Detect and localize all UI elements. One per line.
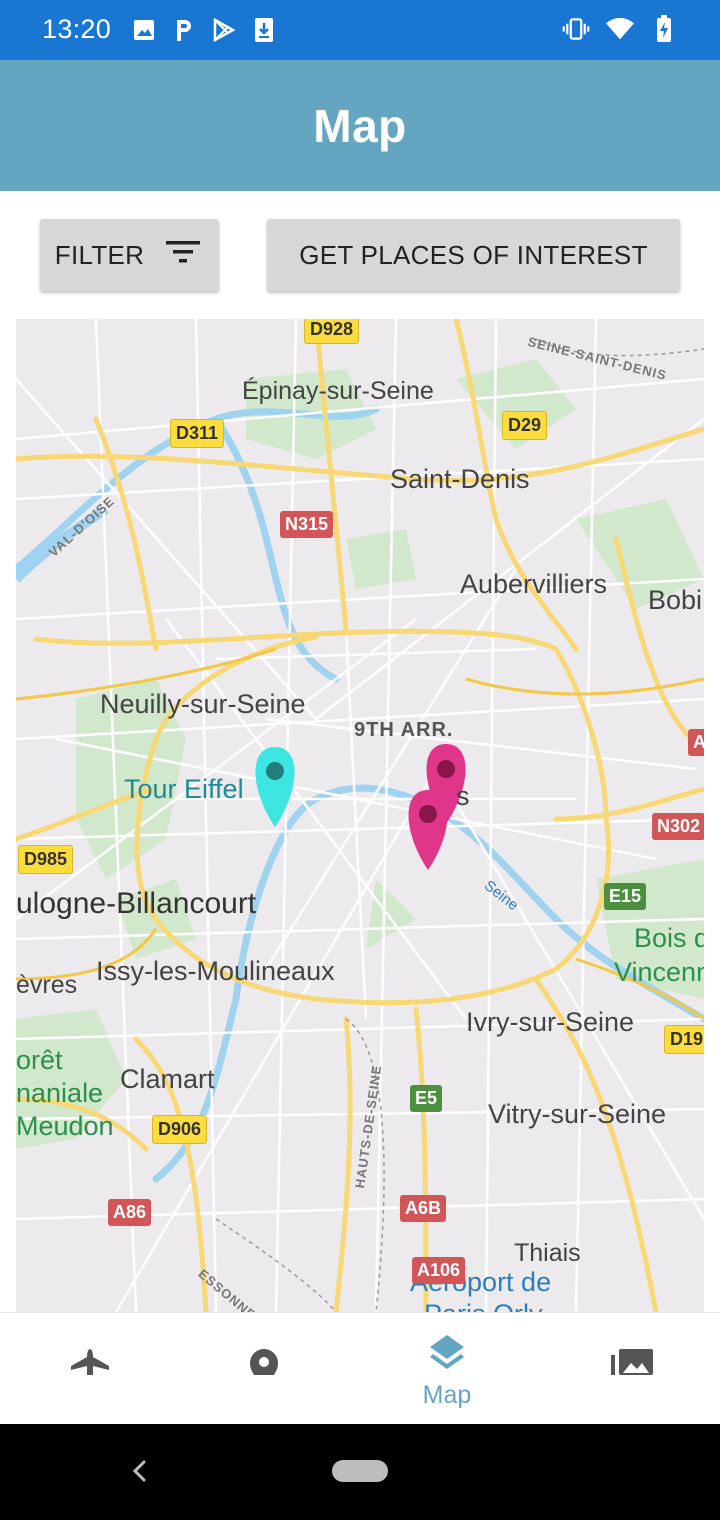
- map-label-vincennes: Vincenn: [614, 957, 704, 987]
- road-shield-d906: D906: [152, 1115, 208, 1144]
- nav-label-map: Map: [422, 1381, 472, 1409]
- map-label-9th-arr: 9TH ARR.: [354, 719, 454, 741]
- road-shield-d928: D928: [304, 319, 360, 344]
- nav-item-flights[interactable]: [0, 1313, 180, 1425]
- road-shield-d29: D29: [502, 411, 548, 440]
- app-bar: Map: [0, 60, 720, 191]
- map-label-aubervilliers: Aubervilliers: [460, 569, 608, 599]
- map-label-saint-denis: Saint-Denis: [390, 464, 530, 494]
- bottom-navigation: Map: [0, 1312, 720, 1424]
- map-label-clamart: Clamart: [120, 1064, 215, 1094]
- road-shield-d19: D19: [664, 1025, 704, 1054]
- map-label-boulogne: ulogne-Billancourt: [16, 887, 257, 920]
- map-label-neuilly: Neuilly-sur-Seine: [100, 689, 306, 719]
- nav-item-gallery[interactable]: [542, 1313, 720, 1425]
- download-icon: [250, 16, 278, 44]
- map-label-epinay: Épinay-sur-Seine: [242, 377, 434, 405]
- map-label-issy: Issy-les-Moulineaux: [96, 956, 335, 986]
- map-label-bois-de: Bois d: [634, 923, 704, 953]
- filter-button[interactable]: FILTER: [40, 219, 219, 291]
- parking-p-icon: [170, 16, 198, 44]
- image-icon: [130, 16, 158, 44]
- pink-marker-2[interactable]: [408, 790, 448, 870]
- road-shield-a: A: [688, 729, 704, 756]
- status-time: 13:20: [42, 14, 112, 44]
- wifi-icon: [606, 15, 634, 43]
- road-shield-a6b: A6B: [400, 1195, 447, 1222]
- nav-item-map[interactable]: Map: [357, 1313, 537, 1425]
- road-shield-a106: A106: [412, 1257, 466, 1284]
- map-label-ivry: Ivry-sur-Seine: [466, 1007, 635, 1037]
- photo-library-icon: [611, 1349, 653, 1380]
- location-pin-icon: [249, 1349, 279, 1380]
- map-label-paris-orly: Paris Orly: [424, 1299, 543, 1312]
- road-shield-a86: A86: [108, 1199, 152, 1226]
- road-shield-d985: D985: [18, 845, 74, 874]
- layers-icon: [428, 1333, 466, 1376]
- map-label-bobi: Bobi: [648, 585, 703, 615]
- road-shield-n302: N302: [652, 813, 704, 840]
- map-view[interactable]: Épinay-sur-Seine Saint-Denis Aubervillie…: [16, 319, 704, 1312]
- back-icon[interactable]: [128, 1454, 150, 1493]
- filter-button-label: FILTER: [54, 239, 145, 270]
- map-label-foret: orêt: [16, 1045, 63, 1075]
- map-label-tour-eiffel: Tour Eiffel: [124, 774, 244, 804]
- home-button[interactable]: [332, 1460, 388, 1482]
- map-label-thiais: Thiais: [514, 1239, 581, 1267]
- map-label-paris: s: [456, 781, 470, 811]
- play-store-icon: [210, 16, 238, 44]
- road-shield-e5: E5: [410, 1085, 443, 1112]
- system-navigation-bar: [0, 1424, 720, 1520]
- road-shield-n315: N315: [280, 511, 334, 538]
- map-label-meudon: Meudon: [16, 1111, 114, 1141]
- page-title: Map: [313, 99, 407, 152]
- map-label-vitry: Vitry-sur-Seine: [488, 1099, 667, 1129]
- nav-item-places[interactable]: [174, 1313, 354, 1425]
- road-shield-d311: D311: [170, 419, 225, 448]
- vibrate-icon: [562, 15, 590, 43]
- status-bar: 13:20: [0, 0, 720, 60]
- map-label-sevres: èvres: [16, 971, 78, 999]
- get-places-of-interest-button[interactable]: GET PLACES OF INTEREST: [267, 219, 680, 291]
- airplane-icon: [70, 1349, 110, 1380]
- road-shield-e15: E15: [604, 883, 647, 910]
- battery-charging-icon: [650, 15, 678, 43]
- map-label-domaniale: naniale: [16, 1078, 104, 1108]
- filter-list-icon: [166, 239, 201, 272]
- teal-marker[interactable]: [255, 747, 295, 827]
